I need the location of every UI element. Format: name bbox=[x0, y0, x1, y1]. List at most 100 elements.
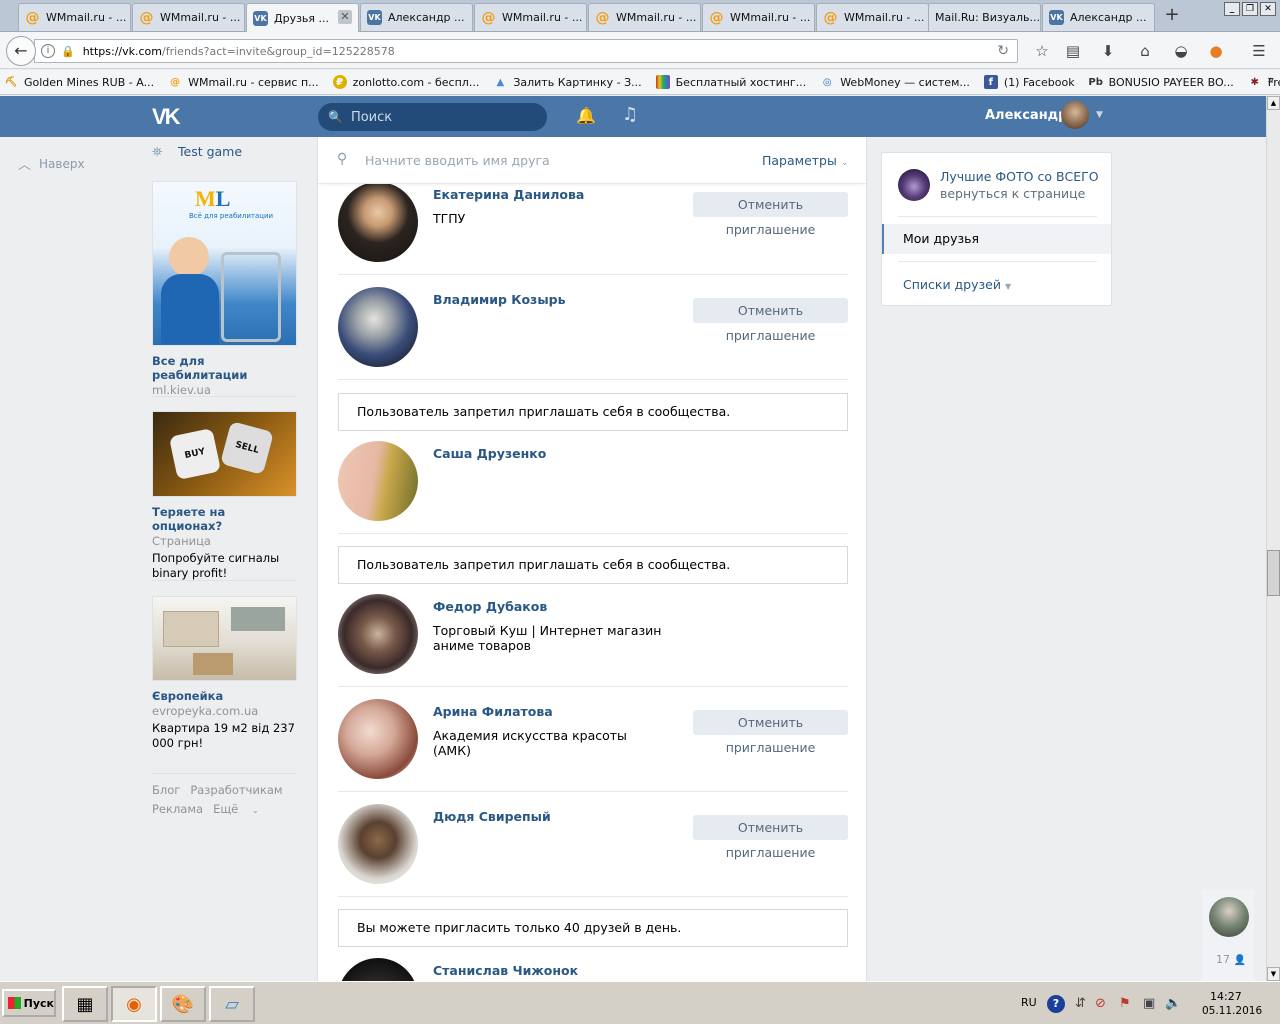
bell-icon[interactable]: 🔔 bbox=[576, 106, 596, 125]
group-avatar[interactable] bbox=[898, 169, 930, 201]
pocket-icon[interactable]: ◒ bbox=[1170, 40, 1192, 62]
friend-avatar[interactable] bbox=[338, 441, 418, 521]
taskbar-app-firefox[interactable]: ◉ bbox=[111, 986, 157, 1022]
footer-link-ads[interactable]: Реклама bbox=[152, 802, 203, 816]
network-error-icon[interactable]: ⚑ bbox=[1119, 996, 1131, 1011]
antivirus-icon[interactable]: ⊘ bbox=[1095, 996, 1106, 1011]
chevron-down-icon[interactable]: ▼ bbox=[1096, 110, 1103, 120]
footer-link-blog[interactable]: Блог bbox=[152, 783, 180, 797]
ad-block[interactable]: BUY SELL Теряете на опционах? Страница П… bbox=[152, 411, 297, 581]
reload-icon[interactable]: ↻ bbox=[997, 43, 1009, 59]
chat-avatar[interactable] bbox=[1209, 897, 1249, 937]
volume-icon[interactable]: 🔈 bbox=[1165, 996, 1181, 1011]
download-icon[interactable]: ⬇ bbox=[1097, 40, 1119, 62]
friend-avatar[interactable] bbox=[338, 804, 418, 884]
bookmarks-overflow-button[interactable]: » bbox=[1267, 73, 1274, 86]
browser-tab[interactable]: @ WMmail.ru - ... bbox=[702, 3, 815, 31]
left-nav-test-game[interactable]: ⛯ Test game bbox=[152, 144, 242, 160]
user-avatar[interactable] bbox=[1061, 101, 1089, 129]
back-to-top-link[interactable]: ︿ Наверх bbox=[18, 154, 85, 174]
friend-avatar[interactable] bbox=[338, 699, 418, 779]
browser-tab-active[interactable]: VK Друзья ... ✕ bbox=[246, 3, 359, 32]
bookmark-item[interactable]: ✱FreeLotto.su | беспл... bbox=[1248, 75, 1280, 89]
group-name[interactable]: Лучшие ФОТО со ВСЕГО... bbox=[940, 169, 1100, 184]
browser-tab[interactable]: VK Александр ... bbox=[1042, 3, 1155, 31]
browser-tab[interactable]: @ WMmail.ru - ... bbox=[816, 3, 929, 31]
bookmark-item[interactable]: Pb BONUSIO PAYEER BO... bbox=[1088, 75, 1233, 89]
language-indicator[interactable]: RU bbox=[1021, 996, 1037, 1009]
bookmark-item[interactable]: f (1) Facebook bbox=[983, 75, 1075, 89]
friend-avatar[interactable] bbox=[338, 958, 418, 981]
scroll-down-button[interactable]: ▼ bbox=[1267, 967, 1280, 981]
params-dropdown[interactable]: Параметры ⌄ bbox=[762, 153, 848, 168]
friend-avatar[interactable] bbox=[338, 182, 418, 262]
footer-link-developers[interactable]: Разработчикам bbox=[190, 783, 282, 797]
back-to-page-link[interactable]: вернуться к странице bbox=[940, 186, 1085, 201]
friend-name[interactable]: Федор Дубаков bbox=[433, 599, 547, 614]
chat-widget[interactable]: 17 👤 bbox=[1202, 890, 1254, 981]
help-icon[interactable]: ? bbox=[1047, 995, 1065, 1013]
restore-button[interactable]: ❐ bbox=[1242, 2, 1258, 16]
cancel-invite-button[interactable]: Отменить приглашение bbox=[693, 298, 848, 343]
user-name[interactable]: Александр bbox=[985, 108, 1068, 123]
new-tab-button[interactable]: + bbox=[1162, 6, 1182, 26]
bookmark-item[interactable]: ⛏ Golden Mines RUB - A... bbox=[4, 75, 154, 89]
menu-item-my-friends[interactable]: Мои друзья bbox=[882, 224, 1111, 254]
sync-icon[interactable]: ● bbox=[1205, 40, 1227, 62]
bookmark-item[interactable]: Бесплатный хостинг... bbox=[655, 75, 806, 89]
taskbar-app-calculator[interactable]: ▦ bbox=[62, 986, 108, 1022]
ad-image[interactable]: ML Всё для реабилитации bbox=[152, 181, 297, 346]
network-icon[interactable]: ▣ bbox=[1143, 996, 1155, 1011]
cancel-invite-button[interactable]: Отменить приглашение bbox=[693, 710, 848, 755]
reading-list-icon[interactable]: ▤ bbox=[1062, 40, 1084, 62]
scroll-thumb[interactable] bbox=[1267, 550, 1280, 596]
minimize-button[interactable]: _ bbox=[1224, 2, 1240, 16]
menu-icon[interactable]: ☰ bbox=[1248, 40, 1270, 62]
footer-link-more[interactable]: Ещё ⌄ bbox=[213, 802, 269, 816]
friend-avatar[interactable] bbox=[338, 594, 418, 674]
friend-name[interactable]: Саша Друзенко bbox=[433, 446, 546, 461]
ad-block[interactable]: ML Всё для реабилитации Все для реабилит… bbox=[152, 181, 297, 397]
vk-search-input[interactable]: 🔍 Поиск bbox=[318, 103, 547, 131]
ad-title[interactable]: Все для реабилитации bbox=[152, 354, 297, 382]
bookmark-item[interactable]: @ WMmail.ru - сервис п... bbox=[168, 75, 319, 89]
close-tab-icon[interactable]: ✕ bbox=[338, 10, 352, 24]
info-icon[interactable]: i bbox=[41, 44, 55, 58]
music-icon[interactable]: ♫ bbox=[622, 104, 638, 125]
friend-name[interactable]: Дюдя Свирепый bbox=[433, 809, 551, 824]
scroll-up-button[interactable]: ▲ bbox=[1267, 96, 1280, 110]
browser-tab[interactable]: @ WMmail.ru - ... bbox=[474, 3, 587, 31]
vk-logo[interactable]: VK bbox=[152, 104, 186, 129]
menu-item-friend-lists[interactable]: Списки друзей ▼ bbox=[903, 277, 1011, 292]
close-window-button[interactable]: ✕ bbox=[1260, 2, 1276, 16]
friend-name[interactable]: Станислав Чижонок bbox=[433, 963, 578, 978]
ad-image[interactable] bbox=[152, 596, 297, 681]
browser-tab[interactable]: @ WMmail.ru - ... bbox=[18, 3, 131, 31]
taskbar-app-paint[interactable]: 🎨 bbox=[160, 986, 206, 1022]
friend-avatar[interactable] bbox=[338, 287, 418, 367]
cancel-invite-button[interactable]: Отменить приглашение bbox=[693, 815, 848, 860]
bookmark-item[interactable]: ◎ WebMoney — систем... bbox=[820, 75, 970, 89]
browser-tab[interactable]: @ WMmail.ru - ... bbox=[132, 3, 245, 31]
friend-search-input[interactable]: Начните вводить имя друга bbox=[365, 153, 550, 168]
star-icon[interactable]: ☆ bbox=[1031, 40, 1053, 62]
browser-tab[interactable]: @ WMmail.ru - ... bbox=[588, 3, 701, 31]
friend-name[interactable]: Екатерина Данилова bbox=[433, 187, 584, 202]
ad-image[interactable]: BUY SELL bbox=[152, 411, 297, 497]
bookmark-item[interactable]: ₽ zonlotto.com - беспл... bbox=[332, 75, 479, 89]
address-bar[interactable]: i 🔒 https://vk.com/friends?act=invite&gr… bbox=[34, 39, 1018, 63]
page-scrollbar[interactable]: ▲ ▼ bbox=[1266, 96, 1280, 981]
friend-name[interactable]: Владимир Козырь bbox=[433, 292, 565, 307]
friend-name[interactable]: Арина Филатова bbox=[433, 704, 553, 719]
home-icon[interactable]: ⌂ bbox=[1134, 40, 1156, 62]
ad-title[interactable]: Теряете на опционах? bbox=[152, 505, 297, 533]
browser-tab[interactable]: Mail.Ru: Визуаль... bbox=[928, 3, 1041, 31]
ad-title[interactable]: Європейка bbox=[152, 689, 297, 703]
bookmark-item[interactable]: ▲ Залить Картинку - З... bbox=[493, 75, 641, 89]
cancel-invite-button[interactable]: Отменить приглашение bbox=[693, 192, 848, 237]
back-button[interactable]: ← bbox=[6, 36, 36, 66]
ad-block[interactable]: Європейка evropeyka.com.ua Квартира 19 м… bbox=[152, 596, 297, 751]
browser-tab[interactable]: VK Александр ... bbox=[360, 3, 473, 31]
taskbar-app-notepad[interactable]: ▱ bbox=[209, 986, 255, 1022]
start-button[interactable]: Пуск bbox=[2, 989, 56, 1017]
